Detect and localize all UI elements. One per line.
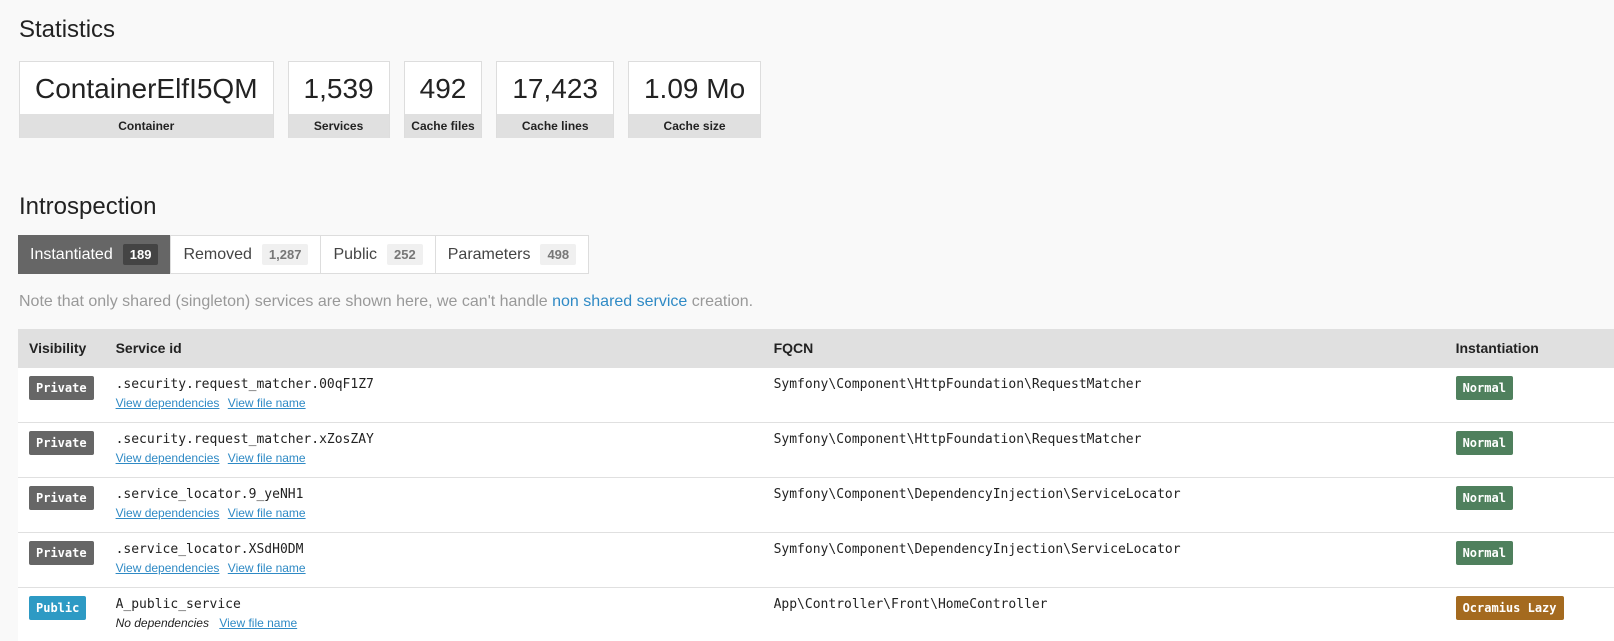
view-file-name-link[interactable]: View file name [228, 396, 306, 410]
table-row: Public A_public_service No dependencies … [18, 587, 1614, 641]
tab-label: Instantiated [30, 245, 113, 263]
header-service-id: Service id [104, 329, 763, 368]
instantiation-badge: Ocramius Lazy [1455, 596, 1564, 620]
view-dependencies-link[interactable]: View dependencies [116, 396, 220, 410]
tab-public[interactable]: Public 252 [321, 236, 436, 273]
statistics-metrics: ContainerElfI5QM Container 1,539 Service… [19, 61, 762, 138]
view-dependencies-link[interactable]: View dependencies [116, 561, 220, 575]
service-id: A_public_service [115, 597, 241, 612]
metric-value: 1.09 Mo [643, 73, 746, 104]
instantiation-badge: Normal [1455, 431, 1513, 455]
table-header-row: Visibility Service id FQCN Instantiation [18, 329, 1614, 368]
metric-cache-size: 1.09 Mo Cache size [627, 61, 762, 138]
table-row: Private .security.request_matcher.00qF1Z… [18, 367, 1614, 423]
view-file-name-link[interactable]: View file name [228, 451, 306, 465]
note-text-before: Note that only shared (singleton) servic… [19, 293, 553, 310]
tab-count-badge: 189 [122, 244, 159, 265]
view-file-name-link[interactable]: View file name [228, 506, 306, 520]
tab-instantiated[interactable]: Instantiated 189 [18, 235, 172, 274]
header-fqcn: FQCN [762, 329, 1445, 368]
services-table: Visibility Service id FQCN Instantiation… [18, 329, 1614, 641]
shared-services-note: Note that only shared (singleton) servic… [19, 293, 753, 311]
tab-label: Removed [183, 245, 252, 263]
visibility-badge: Private [29, 431, 94, 455]
service-fqcn: Symfony\Component\DependencyInjection\Se… [773, 487, 1181, 502]
view-file-name-link[interactable]: View file name [219, 616, 297, 630]
service-links: No dependencies View file name [116, 616, 752, 630]
no-dependencies-text: No dependencies [115, 616, 209, 630]
table-row: Private .security.request_matcher.xZosZA… [18, 422, 1614, 478]
view-dependencies-link[interactable]: View dependencies [116, 506, 220, 520]
introspection-heading: Introspection [19, 193, 157, 220]
metric-container: ContainerElfI5QM Container [19, 61, 274, 138]
metric-value: ContainerElfI5QM [35, 73, 258, 104]
tab-removed[interactable]: Removed 1,287 [171, 236, 322, 273]
service-links: View dependencies View file name [116, 561, 752, 575]
profiler-page: Statistics ContainerElfI5QM Container 1,… [0, 0, 1614, 641]
service-fqcn: App\Controller\Front\HomeController [773, 597, 1048, 612]
metric-label: Container [20, 114, 273, 138]
tab-label: Public [333, 245, 378, 263]
service-links: View dependencies View file name [116, 396, 752, 410]
service-fqcn: Symfony\Component\HttpFoundation\Request… [773, 432, 1142, 447]
introspection-tabs: Instantiated 189 Removed 1,287 Public 25… [18, 235, 590, 274]
metric-cache-files: 492 Cache files [403, 61, 483, 138]
service-id: .service_locator.9_yeNH1 [115, 487, 304, 502]
header-visibility: Visibility [18, 329, 105, 368]
non-shared-service-link[interactable]: non shared service [552, 293, 687, 310]
instantiation-badge: Normal [1455, 486, 1513, 510]
metric-label: Cache lines [497, 114, 613, 138]
metric-label: Cache size [628, 114, 761, 138]
note-text-after: creation. [687, 293, 754, 310]
tab-label: Parameters [447, 245, 531, 263]
view-file-name-link[interactable]: View file name [228, 561, 306, 575]
instantiation-badge: Normal [1455, 541, 1513, 565]
table-row: Private .service_locator.XSdH0DM View de… [18, 532, 1614, 588]
metric-value: 492 [419, 73, 467, 104]
visibility-badge: Private [29, 486, 94, 510]
tab-parameters[interactable]: Parameters 498 [436, 236, 588, 273]
metric-label: Services [288, 114, 389, 138]
service-links: View dependencies View file name [116, 506, 752, 520]
tab-count-badge: 1,287 [261, 244, 309, 265]
metric-cache-lines: 17,423 Cache lines [496, 61, 614, 138]
visibility-badge: Public [29, 596, 87, 620]
tab-count-badge: 498 [540, 244, 577, 265]
service-fqcn: Symfony\Component\HttpFoundation\Request… [773, 377, 1142, 392]
view-dependencies-link[interactable]: View dependencies [116, 451, 220, 465]
instantiation-badge: Normal [1455, 376, 1513, 400]
service-id: .service_locator.XSdH0DM [115, 542, 304, 557]
header-instantiation: Instantiation [1444, 329, 1614, 368]
service-links: View dependencies View file name [116, 451, 752, 465]
visibility-badge: Private [29, 541, 94, 565]
metric-value: 1,539 [303, 73, 374, 104]
service-fqcn: Symfony\Component\DependencyInjection\Se… [773, 542, 1181, 557]
service-id: .security.request_matcher.00qF1Z7 [115, 377, 374, 392]
metric-services: 1,539 Services [287, 61, 390, 138]
service-id: .security.request_matcher.xZosZAY [115, 432, 374, 447]
metric-value: 17,423 [512, 73, 598, 104]
table-row: Private .service_locator.9_yeNH1 View de… [18, 477, 1614, 533]
metric-label: Cache files [404, 114, 482, 138]
visibility-badge: Private [29, 376, 94, 400]
statistics-heading: Statistics [19, 16, 116, 43]
tab-count-badge: 252 [387, 244, 423, 265]
